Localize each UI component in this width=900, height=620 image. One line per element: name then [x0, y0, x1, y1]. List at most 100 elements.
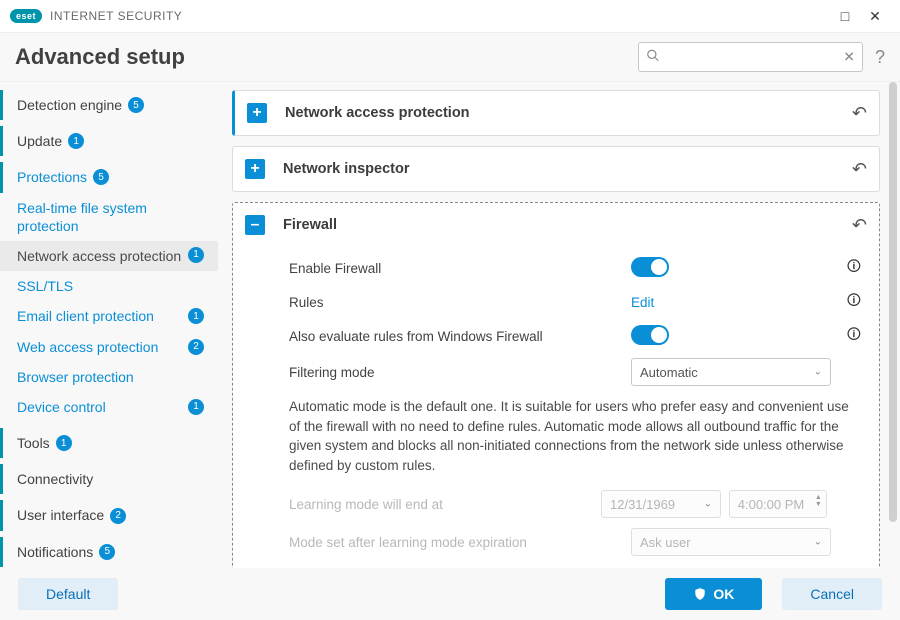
header: Advanced setup ✕ ?	[0, 32, 900, 82]
badge: 2	[110, 508, 126, 524]
cancel-button[interactable]: Cancel	[782, 578, 882, 610]
panel-title: Network access protection	[285, 105, 844, 121]
search-input[interactable]	[638, 42, 863, 72]
sidebar-item-user-interface[interactable]: User interface 2	[0, 500, 218, 530]
badge: 1	[188, 308, 204, 324]
mode-after-select[interactable]: Ask user ⌄	[631, 528, 831, 556]
sidebar-item-label: User interface	[17, 506, 104, 524]
badge: 1	[68, 133, 84, 149]
footer: Default OK Cancel	[0, 568, 900, 620]
sidebar-item-realtime-protection[interactable]: Real-time file system protection	[0, 193, 218, 241]
row-label: Also evaluate rules from Windows Firewal…	[289, 329, 631, 344]
sidebar-item-network-access-protection[interactable]: Network access protection 1	[0, 241, 218, 271]
sidebar-item-device-control[interactable]: Device control 1	[0, 392, 218, 422]
badge: 1	[188, 247, 204, 263]
badge: 1	[188, 399, 204, 415]
scrollbar-thumb[interactable]	[889, 82, 897, 522]
sidebar-item-email-client-protection[interactable]: Email client protection 1	[0, 301, 218, 331]
sidebar-item-label: Update	[17, 132, 62, 150]
clear-icon[interactable]: ✕	[843, 49, 855, 66]
row-learning-end: Learning mode will end at 12/31/1969 ⌄ 4…	[289, 485, 861, 523]
sidebar-item-label: Network access protection	[17, 247, 182, 265]
sidebar-item-ssl-tls[interactable]: SSL/TLS	[0, 271, 218, 301]
panel-header[interactable]: Firewall ↶	[233, 203, 879, 247]
info-icon[interactable]: 🛈	[847, 258, 861, 274]
sidebar-item-label: Email client protection	[17, 307, 182, 325]
toggle-also-evaluate[interactable]	[631, 325, 669, 345]
sidebar-item-label: Connectivity	[17, 470, 93, 488]
info-icon[interactable]: 🛈	[847, 326, 861, 342]
sidebar-item-label: SSL/TLS	[17, 277, 204, 295]
sidebar-item-web-access-protection[interactable]: Web access protection 2	[0, 332, 218, 362]
default-button[interactable]: Default	[18, 578, 118, 610]
expand-icon[interactable]	[247, 103, 267, 123]
sidebar-item-label: Browser protection	[17, 368, 204, 386]
revert-icon[interactable]: ↶	[852, 215, 867, 236]
chevron-down-icon: ⌄	[814, 367, 822, 378]
select-value: Ask user	[640, 535, 691, 550]
row-label: Rules	[289, 295, 631, 310]
filtering-mode-select[interactable]: Automatic ⌄	[631, 358, 831, 386]
select-value: Automatic	[640, 365, 698, 380]
badge: 5	[99, 544, 115, 560]
row-rules: Rules Edit 🛈	[289, 285, 861, 319]
row-label: Enable Firewall	[289, 261, 631, 276]
revert-icon[interactable]: ↶	[852, 103, 867, 124]
sidebar-item-detection-engine[interactable]: Detection engine 5	[0, 90, 218, 120]
badge: 2	[188, 339, 204, 355]
sidebar-item-label: Tools	[17, 434, 50, 452]
window-close-icon[interactable]: ✕	[860, 8, 890, 25]
panel-header[interactable]: Network access protection ↶	[235, 91, 879, 135]
panel-header[interactable]: Network inspector ↶	[233, 147, 879, 191]
expand-icon[interactable]	[245, 159, 265, 179]
sidebar-item-notifications[interactable]: Notifications 5	[0, 537, 218, 567]
badge: 5	[93, 169, 109, 185]
sidebar-item-tools[interactable]: Tools 1	[0, 428, 218, 458]
row-learning-mode-settings: Learning mode settings Edit	[289, 561, 861, 568]
row-label: Filtering mode	[289, 365, 631, 380]
sidebar-item-connectivity[interactable]: Connectivity	[0, 464, 218, 494]
scrollbar[interactable]	[886, 82, 900, 568]
brand-name: INTERNET SECURITY	[50, 9, 182, 23]
sidebar: Detection engine 5 Update 1 Protections …	[0, 82, 218, 568]
panel-firewall: Firewall ↶ Enable Firewall 🛈 Rules	[232, 202, 880, 568]
badge: 1	[56, 435, 72, 451]
date-value: 12/31/1969	[610, 497, 675, 512]
row-also-evaluate: Also evaluate rules from Windows Firewal…	[289, 319, 861, 353]
row-label: Mode set after learning mode expiration	[289, 535, 631, 550]
toggle-enable-firewall[interactable]	[631, 257, 669, 277]
revert-icon[interactable]: ↶	[852, 159, 867, 180]
row-enable-firewall: Enable Firewall 🛈	[289, 251, 861, 285]
main-content: Network access protection ↶ Network insp…	[218, 82, 886, 568]
window-maximize-icon[interactable]: □	[830, 8, 860, 24]
ok-button[interactable]: OK	[665, 578, 762, 610]
learning-end-date[interactable]: 12/31/1969 ⌄	[601, 490, 721, 518]
page-title: Advanced setup	[15, 44, 185, 70]
badge: 5	[128, 97, 144, 113]
info-icon[interactable]: 🛈	[847, 292, 861, 308]
titlebar: eset INTERNET SECURITY □ ✕	[0, 0, 900, 32]
row-filtering-mode: Filtering mode Automatic ⌄	[289, 353, 861, 391]
panel-network-inspector: Network inspector ↶	[232, 146, 880, 192]
help-icon[interactable]: ?	[875, 47, 885, 68]
edit-rules-link[interactable]: Edit	[631, 295, 654, 310]
spinner-icon: ▲▼	[815, 494, 822, 508]
filtering-mode-description: Automatic mode is the default one. It is…	[289, 391, 861, 485]
row-label: Learning mode will end at	[289, 497, 601, 512]
shield-icon	[693, 587, 707, 601]
collapse-icon[interactable]	[245, 215, 265, 235]
sidebar-item-update[interactable]: Update 1	[0, 126, 218, 156]
ok-button-label: OK	[713, 586, 734, 602]
row-mode-after-expiration: Mode set after learning mode expiration …	[289, 523, 861, 561]
sidebar-item-label: Web access protection	[17, 338, 182, 356]
chevron-down-icon: ⌄	[814, 537, 822, 548]
sidebar-item-browser-protection[interactable]: Browser protection	[0, 362, 218, 392]
sidebar-item-label: Protections	[17, 168, 87, 186]
chevron-down-icon: ⌄	[704, 499, 712, 510]
time-value: 4:00:00 PM	[738, 497, 805, 512]
sidebar-item-label: Notifications	[17, 543, 93, 561]
learning-end-time[interactable]: 4:00:00 PM ▲▼	[729, 490, 827, 518]
sidebar-item-label: Device control	[17, 398, 182, 416]
sidebar-item-label: Real-time file system protection	[17, 199, 204, 235]
sidebar-item-protections[interactable]: Protections 5	[0, 162, 218, 192]
